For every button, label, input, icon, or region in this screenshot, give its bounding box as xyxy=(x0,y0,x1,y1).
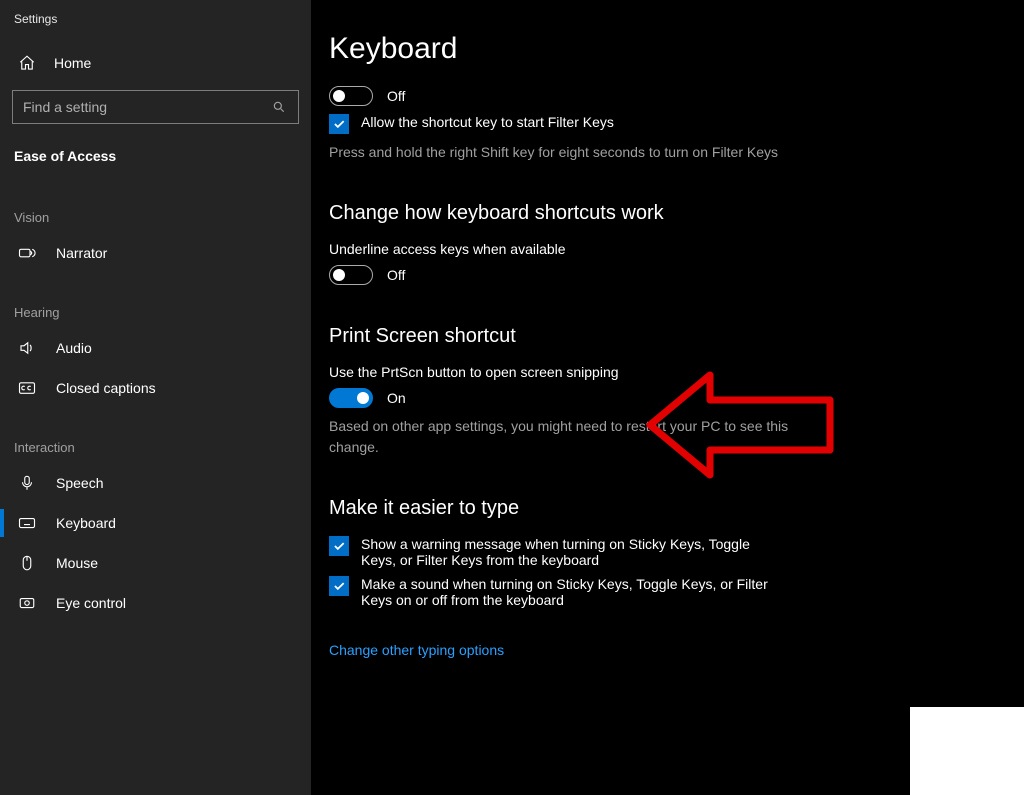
filter-keys-shortcut-check[interactable] xyxy=(329,114,349,134)
mouse-icon xyxy=(18,554,36,572)
settings-sidebar: Settings Home Find a setting Ease of Acc… xyxy=(0,0,311,795)
filter-keys-state: Off xyxy=(387,88,405,104)
sidebar-item-eye-control[interactable]: Eye control xyxy=(0,583,311,623)
audio-icon xyxy=(18,339,36,357)
home-nav[interactable]: Home xyxy=(0,44,311,82)
home-label: Home xyxy=(54,55,91,71)
sidebar-item-narrator[interactable]: Narrator xyxy=(0,233,311,273)
keyboard-icon xyxy=(18,514,36,532)
page-title: Keyboard xyxy=(329,32,934,66)
sidebar-item-label: Eye control xyxy=(56,595,126,611)
crop-artifact xyxy=(910,707,1024,795)
sidebar-item-keyboard[interactable]: Keyboard xyxy=(0,503,311,543)
sidebar-item-label: Mouse xyxy=(56,555,98,571)
sidebar-item-label: Narrator xyxy=(56,245,107,261)
shortcuts-heading: Change how keyboard shortcuts work xyxy=(329,202,934,225)
sidebar-item-label: Closed captions xyxy=(56,380,156,396)
sidebar-item-label: Keyboard xyxy=(56,515,116,531)
sidebar-item-label: Speech xyxy=(56,475,103,491)
search-placeholder: Find a setting xyxy=(23,99,107,115)
eye-control-icon xyxy=(18,594,36,612)
prtscn-toggle[interactable] xyxy=(329,388,373,408)
filter-keys-toggle[interactable] xyxy=(329,86,373,106)
prtscn-heading: Print Screen shortcut xyxy=(329,325,934,348)
underline-keys-toggle[interactable] xyxy=(329,265,373,285)
easier-opt2-check[interactable] xyxy=(329,576,349,596)
underline-keys-state: Off xyxy=(387,267,405,283)
prtscn-label: Use the PrtScn button to open screen sni… xyxy=(329,364,934,380)
group-interaction: Interaction xyxy=(0,408,311,463)
home-icon xyxy=(18,54,36,72)
group-hearing: Hearing xyxy=(0,273,311,328)
prtscn-state: On xyxy=(387,390,406,406)
narrator-icon xyxy=(18,244,36,262)
mic-icon xyxy=(18,474,36,492)
sidebar-item-label: Audio xyxy=(56,340,92,356)
sidebar-item-mouse[interactable]: Mouse xyxy=(0,543,311,583)
sidebar-item-audio[interactable]: Audio xyxy=(0,328,311,368)
window-title: Settings xyxy=(0,8,311,44)
group-vision: Vision xyxy=(0,178,311,233)
search-input[interactable]: Find a setting xyxy=(12,90,299,124)
easier-heading: Make it easier to type xyxy=(329,497,934,520)
change-typing-link[interactable]: Change other typing options xyxy=(329,642,504,658)
breadcrumb: Ease of Access xyxy=(0,148,311,178)
underline-keys-label: Underline access keys when available xyxy=(329,241,934,257)
sidebar-item-closed-captions[interactable]: Closed captions xyxy=(0,368,311,408)
main-panel: Keyboard Off Allow the shortcut key to s… xyxy=(311,0,1024,795)
search-icon xyxy=(270,98,288,116)
easier-opt2-label: Make a sound when turning on Sticky Keys… xyxy=(361,576,781,608)
cc-icon xyxy=(18,379,36,397)
filter-keys-hint: Press and hold the right Shift key for e… xyxy=(329,142,809,162)
sidebar-item-speech[interactable]: Speech xyxy=(0,463,311,503)
easier-opt1-label: Show a warning message when turning on S… xyxy=(361,536,781,568)
filter-keys-shortcut-label: Allow the shortcut key to start Filter K… xyxy=(361,114,614,130)
prtscn-hint: Based on other app settings, you might n… xyxy=(329,416,809,457)
easier-opt1-check[interactable] xyxy=(329,536,349,556)
